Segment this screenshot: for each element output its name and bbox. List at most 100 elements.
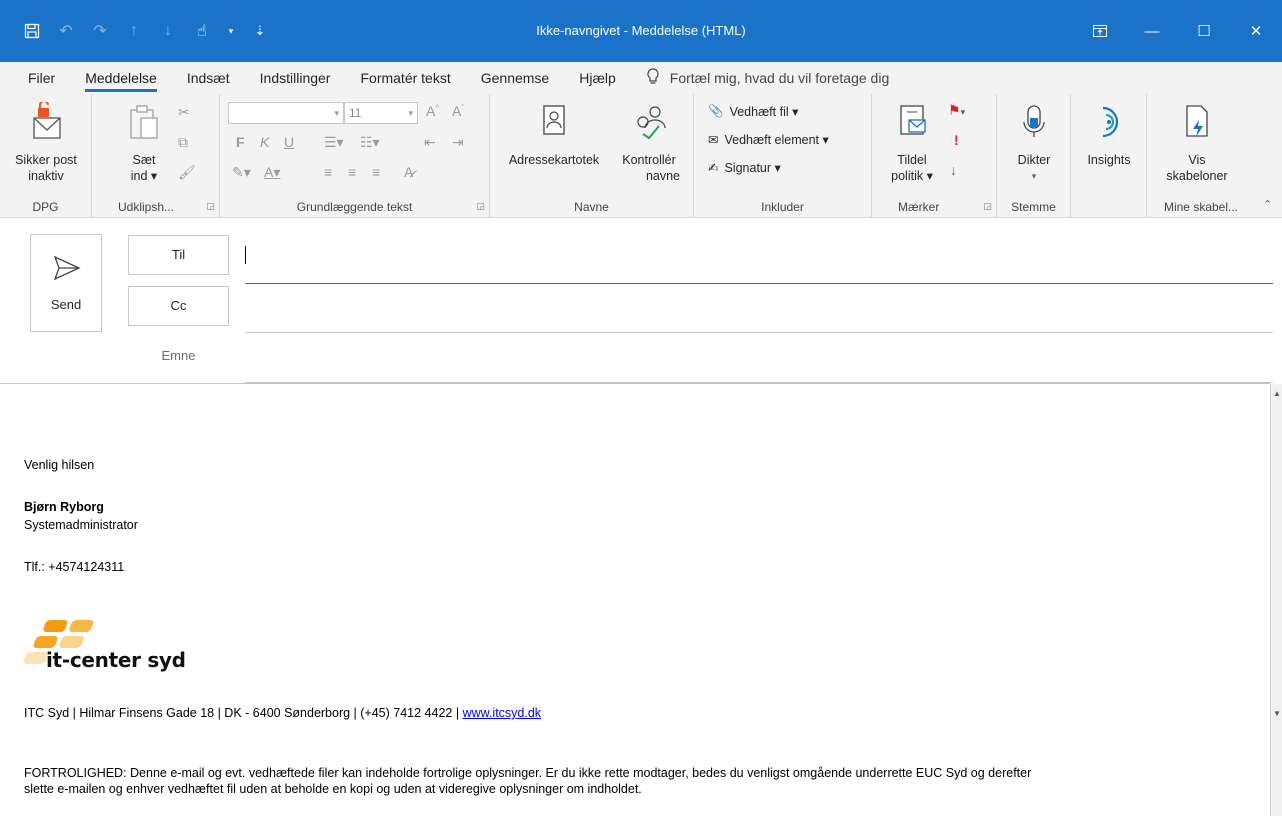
subject-label: Emne [161,348,196,363]
italic-icon[interactable]: K [260,134,269,150]
format-painter-icon[interactable]: 🖌 [178,164,196,181]
send-button[interactable]: Send [30,234,102,332]
lightbulb-icon [646,67,660,89]
collapse-ribbon-icon[interactable]: ⌃ [1263,198,1272,211]
clear-formatting-icon[interactable]: A̷ [404,164,413,180]
group-clipboard: Sæt ind ▾ ✂ ⧉ 🖌 Udklipsh... ◲ [92,94,220,218]
tab-gennemse[interactable]: Gennemse [481,62,549,94]
to-input[interactable] [245,241,1273,269]
to-underline [245,283,1273,284]
group-label-voice: Stemme [1011,200,1056,214]
group-label-clipboard: Udklipsh... [118,200,175,214]
address-book-button[interactable]: Adressekartotek [498,102,610,168]
low-importance-icon[interactable]: ↓ [950,162,957,178]
cc-underline [245,332,1273,333]
text-cursor [245,246,246,264]
tab-hjaelp[interactable]: Hjælp [579,62,616,94]
paperclip-icon: 📎 [708,104,724,118]
signature-name: Bjørn Ryborg [24,500,104,514]
redo-icon[interactable]: ↷ [90,21,110,41]
tab-filer[interactable]: Filer [28,62,55,94]
secure-mail-button[interactable]: Sikker post inaktiv [0,100,92,184]
close-icon[interactable]: ✕ [1230,0,1282,62]
tab-indsaet[interactable]: Indsæt [187,62,230,94]
touch-mode-dropdown-icon[interactable]: ▾ [226,21,236,41]
bullets-icon[interactable]: ☰▾ [324,134,344,151]
group-dpg: Sikker post inaktiv DPG [0,94,92,218]
font-size-combo[interactable]: 11 ▾ [344,102,418,124]
maximize-icon[interactable]: ☐ [1178,0,1230,62]
shrink-font-icon[interactable]: Aˇ [452,103,464,119]
cc-input[interactable] [245,294,1273,322]
customize-qat-icon[interactable]: ⇣ [250,21,270,41]
signature-button[interactable]: ✍ Signatur ▾ [708,160,781,175]
group-basic-text: ▾ 11 ▾ A^ Aˇ F K U ☰▾ ☷▾ ⇤ ⇥ ✎▾ A▾ ≡ ≡ ≡ … [220,94,490,218]
dictate-button[interactable]: Dikter ▾ [997,102,1071,184]
cc-field[interactable] [245,294,1273,322]
grow-font-icon[interactable]: A^ [426,103,439,119]
insights-button[interactable]: Insights [1071,102,1147,168]
cut-icon[interactable]: ✂ [178,104,190,121]
disclaimer-line-1: FORTROLIGHED: Denne e-mail og evt. vedhæ… [24,766,1032,780]
attach-item-button[interactable]: ✉ Vedhæft element ▾ [708,132,829,147]
subject-field[interactable] [245,344,1273,372]
assign-policy-icon [880,102,944,146]
up-icon[interactable]: ↑ [124,21,144,41]
tell-me-text: Fortæl mig, hvad du vil foretage dig [669,70,890,86]
ribbon: Sikker post inaktiv DPG Sæt ind ▾ ✂ ⧉ 🖌 … [0,94,1282,218]
numbering-icon[interactable]: ☷▾ [360,134,380,151]
font-name-combo[interactable]: ▾ [228,102,344,124]
address-book-icon [498,102,610,146]
signature-phone: Tlf.: +4574124311 [24,560,125,574]
font-color-icon[interactable]: A▾ [264,164,280,181]
check-names-icon [612,102,686,146]
attach-file-button[interactable]: 📎 Vedhæft fil ▾ [708,104,798,119]
signature-address: ITC Syd | Hilmar Finsens Gade 18 | DK - … [24,706,542,720]
copy-icon[interactable]: ⧉ [178,134,188,151]
website-link[interactable]: www.itcsyd.dk [463,706,542,720]
tell-me-search[interactable]: Fortæl mig, hvad du vil foretage dig [646,67,890,89]
tab-formater-tekst[interactable]: Formatér tekst [360,62,450,94]
to-button[interactable]: Til [128,235,229,275]
decrease-indent-icon[interactable]: ⇤ [424,134,436,151]
group-insights: Insights [1071,94,1147,218]
bold-icon[interactable]: F [236,134,245,150]
increase-indent-icon[interactable]: ⇥ [452,134,464,151]
signature-role: Systemadministrator [24,518,138,532]
view-templates-button[interactable]: Vis skabeloner [1147,102,1247,184]
ribbon-display-options-icon[interactable] [1074,0,1126,62]
save-icon[interactable] [22,21,42,41]
secure-mail-icon [0,100,92,146]
down-icon[interactable]: ↓ [158,21,178,41]
check-names-button[interactable]: Kontrollér navne [612,102,686,184]
paste-button[interactable]: Sæt ind ▾ [124,102,164,184]
tags-launcher-icon[interactable]: ◲ [983,201,992,212]
group-templates: Vis skabeloner Mine skabel... [1147,94,1255,218]
group-label-include: Inkluder [761,200,804,214]
assign-policy-button[interactable]: Tildel politik ▾ [880,102,944,184]
tab-indstillinger[interactable]: Indstillinger [260,62,331,94]
group-label-templates: Mine skabel... [1163,200,1239,214]
touch-mode-icon[interactable]: ☝ [192,21,212,41]
align-right-icon[interactable]: ≡ [372,164,380,180]
follow-up-flag-icon[interactable]: ⚑▾ [948,102,965,119]
align-center-icon[interactable]: ≡ [348,164,356,180]
underline-icon[interactable]: U [284,134,294,150]
minimize-icon[interactable]: — [1126,0,1178,62]
undo-icon[interactable]: ↶ [56,21,76,41]
disclaimer-line-2: slette e-mailen og enhver vedhæftet fil … [24,782,642,796]
align-left-icon[interactable]: ≡ [324,164,332,180]
high-importance-icon[interactable]: ! [954,132,959,148]
send-icon [53,255,81,284]
body-scrollbar[interactable]: ▲ ▼ [1270,384,1282,816]
scroll-down-icon[interactable]: ▼ [1272,708,1282,720]
basic-text-launcher-icon[interactable]: ◲ [476,201,485,212]
clipboard-launcher-icon[interactable]: ◲ [206,201,215,212]
to-field[interactable] [245,241,1273,269]
highlight-icon[interactable]: ✎▾ [232,164,251,181]
group-names: Adressekartotek Kontrollér navne Navne [490,94,694,218]
cc-button[interactable]: Cc [128,286,229,326]
subject-input[interactable] [245,344,1273,372]
scroll-up-icon[interactable]: ▲ [1272,388,1282,400]
tab-meddelelse[interactable]: Meddelelse [85,62,157,94]
